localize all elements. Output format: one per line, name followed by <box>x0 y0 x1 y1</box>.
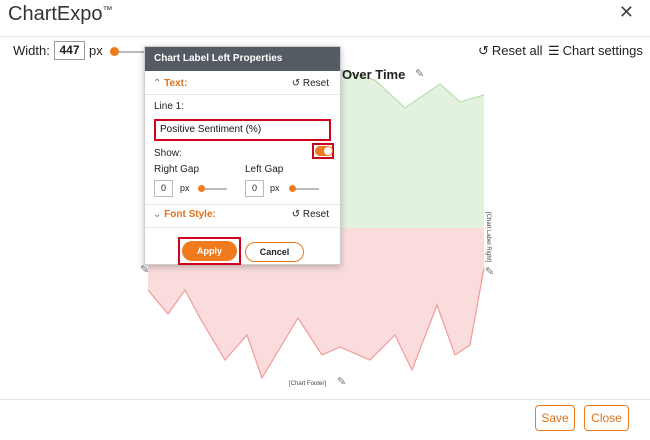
text-reset-label: Reset <box>302 78 329 89</box>
reset-icon: ↺ <box>291 78 303 89</box>
line1-label: Line 1: <box>154 101 185 112</box>
left-gap-slider-track[interactable] <box>293 188 319 190</box>
chart-label-right: [Chart Label Right] <box>485 212 491 263</box>
font-style-section-toggle[interactable]: ⌄ Font Style: <box>153 209 216 220</box>
edit-footer-pencil-icon[interactable]: ✎ <box>337 375 346 388</box>
chevron-down-icon: ⌄ <box>153 209 165 220</box>
reset-icon: ↺ <box>291 209 303 220</box>
close-button[interactable]: Close <box>584 405 629 431</box>
right-gap-unit: px <box>180 183 190 193</box>
edit-right-label-pencil-icon[interactable]: ✎ <box>485 265 494 278</box>
left-gap-input[interactable]: 0 <box>245 180 264 197</box>
panel-header: Chart Label Left Properties <box>145 47 340 71</box>
left-gap-slider-thumb[interactable] <box>289 185 296 192</box>
show-toggle-highlight <box>312 143 334 159</box>
font-style-section-label: Font Style: <box>164 209 216 220</box>
font-style-reset-label: Reset <box>302 209 329 220</box>
chevron-up-icon: ⌃ <box>153 78 165 89</box>
font-section-divider-top <box>145 204 340 205</box>
cancel-button[interactable]: Cancel <box>245 242 304 262</box>
save-button[interactable]: Save <box>535 405 575 431</box>
chart-footer-label: [Chart Footer] <box>289 381 327 387</box>
line1-input[interactable]: Positive Sentiment (%) <box>154 119 331 141</box>
chart-title: Over Time <box>342 67 406 82</box>
font-style-reset-button[interactable]: ↺ Reset <box>292 209 329 220</box>
right-gap-input[interactable]: 0 <box>154 180 173 197</box>
text-section-divider <box>145 94 340 95</box>
left-gap-unit: px <box>270 183 280 193</box>
text-section-label: Text: <box>164 78 188 89</box>
footer-divider <box>0 399 650 400</box>
show-label: Show: <box>154 148 182 159</box>
toggle-knob <box>324 147 332 155</box>
apply-button[interactable]: Apply <box>182 241 237 261</box>
right-gap-label: Right Gap <box>154 164 200 175</box>
font-section-divider-bottom <box>145 227 340 228</box>
left-gap-label: Left Gap <box>245 164 284 175</box>
right-gap-slider-thumb[interactable] <box>198 185 205 192</box>
text-section-toggle[interactable]: ⌃ Text: <box>153 78 187 89</box>
show-toggle[interactable] <box>315 146 333 156</box>
chart-label-left-properties-panel: Chart Label Left Properties ⌃ Text: ↺ Re… <box>144 46 341 265</box>
text-reset-button[interactable]: ↺ Reset <box>292 78 329 89</box>
apply-button-highlight: Apply <box>178 237 241 265</box>
edit-title-pencil-icon[interactable]: ✎ <box>415 67 424 80</box>
